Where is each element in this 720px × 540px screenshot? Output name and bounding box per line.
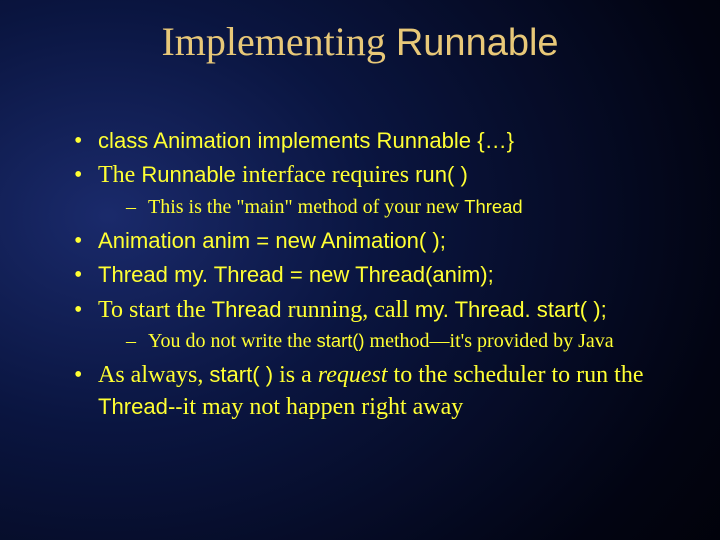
- bullet-2-sub-1-kw: Thread: [464, 196, 522, 217]
- bullet-1-text: class Animation implements Runnable {…}: [98, 128, 514, 153]
- bullet-6-kw2: Thread--: [98, 394, 183, 419]
- bullet-2-p2: interface requires: [236, 162, 415, 188]
- title-text: Implementing: [161, 19, 395, 64]
- bullet-6-em: request: [318, 362, 388, 388]
- bullet-2-p1: The: [98, 162, 141, 188]
- bullet-2-kw1: Runnable: [141, 162, 236, 187]
- bullet-2: The Runnable interface requires run( ) T…: [70, 159, 660, 220]
- bullet-6: As always, start( ) is a request to the …: [70, 359, 660, 424]
- bullet-list: class Animation implements Runnable {…} …: [60, 125, 660, 424]
- bullet-5: To start the Thread running, call my. Th…: [70, 294, 660, 355]
- bullet-5-sub-1-p1: You do not write the: [148, 330, 317, 352]
- bullet-4-text: Thread my. Thread = new Thread(anim);: [98, 262, 494, 287]
- bullet-5-sublist: You do not write the start() method—it's…: [98, 328, 660, 355]
- bullet-4: Thread my. Thread = new Thread(anim);: [70, 259, 660, 291]
- bullet-5-p2: running, call: [282, 297, 415, 323]
- bullet-3: Animation anim = new Animation( );: [70, 225, 660, 257]
- slide-title: Implementing Runnable: [60, 18, 660, 65]
- bullet-5-sub-1-p2: method—it's provided by Java: [365, 330, 614, 352]
- bullet-3-text: Animation anim = new Animation( );: [98, 228, 446, 253]
- bullet-1: class Animation implements Runnable {…}: [70, 125, 660, 157]
- bullet-5-kw1: Thread: [212, 297, 282, 322]
- bullet-2-sublist: This is the "main" method of your new Th…: [98, 194, 660, 221]
- bullet-6-p2: is a: [273, 362, 318, 388]
- slide: Implementing Runnable class Animation im…: [0, 0, 720, 540]
- bullet-6-p4: it may not happen right away: [183, 394, 464, 420]
- title-keyword: Runnable: [396, 22, 559, 64]
- bullet-5-sub-1: You do not write the start() method—it's…: [126, 328, 660, 355]
- bullet-6-kw1: start( ): [209, 362, 273, 387]
- bullet-5-kw2: my. Thread. start( );: [415, 297, 607, 322]
- bullet-6-p1: As always,: [98, 362, 209, 388]
- bullet-5-p1: To start the: [98, 297, 212, 323]
- bullet-2-sub-1-p1: This is the "main" method of your new: [148, 196, 464, 218]
- bullet-2-kw2: run( ): [415, 162, 468, 187]
- bullet-2-sub-1: This is the "main" method of your new Th…: [126, 194, 660, 221]
- bullet-5-sub-1-kw: start(): [317, 330, 365, 351]
- bullet-6-p3: to the scheduler to run the: [388, 362, 644, 388]
